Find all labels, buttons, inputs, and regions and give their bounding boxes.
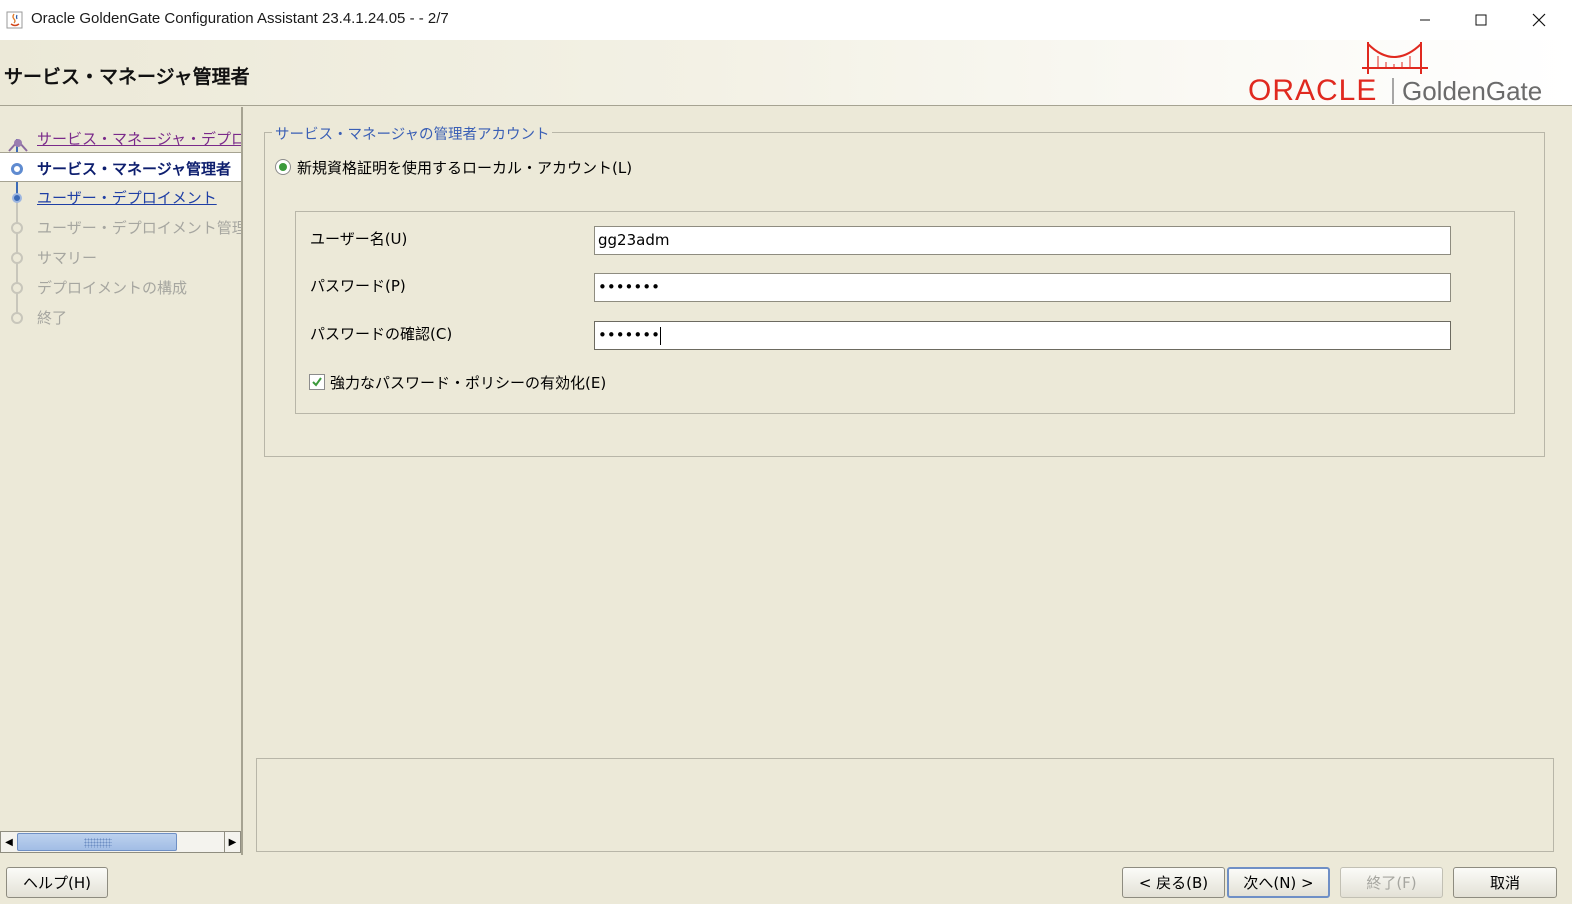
radio-selected-icon[interactable]	[275, 159, 291, 175]
nav-step-finish: 終了	[0, 302, 241, 332]
nav-step-label: サービス・マネージャ管理者	[37, 160, 231, 178]
username-input[interactable]: gg23adm	[594, 226, 1451, 255]
nav-step-summary: サマリー	[0, 242, 241, 272]
text-caret	[659, 326, 661, 345]
step-pending-icon	[12, 193, 22, 203]
wizard-header: サービス・マネージャ管理者 ORACLE GoldenGate	[0, 40, 1572, 107]
nav-step-user-deployment[interactable]: ユーザー・デプロイメント	[0, 182, 241, 212]
nav-step-user-admin: ユーザー・デプロイメント管理者	[0, 212, 243, 242]
nav-step-label: サービス・マネージャ・デプロイメント	[37, 130, 241, 148]
confirm-password-label: パスワードの確認(C)	[310, 325, 453, 343]
nav-step-label: 終了	[37, 309, 68, 327]
logo-goldengate-text: GoldenGate	[1402, 76, 1542, 106]
finish-button: 終了(F)	[1340, 867, 1443, 898]
maximize-button[interactable]	[1452, 0, 1510, 40]
step-current-icon	[11, 163, 23, 175]
nav-step-label: デプロイメントの構成	[37, 279, 188, 297]
nav-step-label: サマリー	[37, 249, 98, 267]
scroll-left-arrow-icon[interactable]: ◀	[1, 832, 17, 852]
step-disabled-icon	[11, 282, 23, 294]
cancel-button[interactable]: 取消	[1453, 867, 1557, 898]
confirm-password-value: •••••••	[598, 326, 660, 344]
nav-step-sm-deployment[interactable]: サービス・マネージャ・デプロイメント	[0, 123, 241, 153]
logo-oracle-text: ORACLE	[1248, 74, 1377, 106]
username-label: ユーザー名(U)	[310, 230, 408, 248]
local-account-radio-label: 新規資格証明を使用するローカル・アカウント(L)	[297, 158, 633, 177]
back-button[interactable]: < 戻る(B)	[1122, 867, 1225, 898]
minimize-icon	[1420, 19, 1430, 21]
nav-horizontal-scrollbar[interactable]: ◀ ▶	[0, 831, 241, 853]
window-title-bar: Oracle GoldenGate Configuration Assistan…	[0, 0, 1572, 40]
step-done-icon	[8, 137, 28, 153]
nav-step-config: デプロイメントの構成	[0, 272, 241, 302]
admin-account-group-title: サービス・マネージャの管理者アカウント	[272, 123, 553, 144]
grip-icon	[84, 838, 112, 848]
next-button[interactable]: 次へ(N) >	[1227, 867, 1330, 898]
step-disabled-icon	[11, 312, 23, 324]
nav-step-label: ユーザー・デプロイメント	[37, 189, 217, 207]
minimize-button[interactable]	[1396, 0, 1454, 40]
help-button[interactable]: ヘルプ(H)	[6, 867, 108, 898]
close-button[interactable]	[1510, 0, 1568, 40]
window-title: Oracle GoldenGate Configuration Assistan…	[31, 10, 449, 27]
step-disabled-icon	[11, 252, 23, 264]
oracle-goldengate-logo: ORACLE GoldenGate	[1246, 40, 1546, 107]
step-disabled-icon	[11, 222, 23, 234]
confirm-password-input[interactable]: •••••••	[594, 321, 1451, 350]
scroll-right-arrow-icon[interactable]: ▶	[224, 832, 240, 852]
close-icon	[1532, 13, 1546, 27]
password-label: パスワード(P)	[310, 277, 406, 295]
java-app-icon	[6, 10, 24, 30]
message-area	[256, 758, 1554, 852]
strong-password-policy-checkbox-row[interactable]: 強力なパスワード・ポリシーの有効化(E)	[309, 372, 606, 392]
checkbox-checked-icon[interactable]	[309, 374, 325, 390]
password-input[interactable]: •••••••	[594, 273, 1451, 302]
page-title: サービス・マネージャ管理者	[4, 66, 250, 88]
wizard-step-nav: サービス・マネージャ・デプロイメント サービス・マネージャ管理者 ユーザー・デプ…	[0, 107, 243, 855]
nav-step-sm-admin: サービス・マネージャ管理者	[0, 152, 241, 182]
strong-password-policy-label: 強力なパスワード・ポリシーの有効化(E)	[330, 373, 607, 392]
local-account-radio-option[interactable]: 新規資格証明を使用するローカル・アカウント(L)	[275, 156, 632, 178]
maximize-icon	[1475, 14, 1487, 26]
scrollbar-thumb[interactable]	[17, 833, 177, 851]
nav-step-label: ユーザー・デプロイメント管理者	[37, 219, 243, 237]
